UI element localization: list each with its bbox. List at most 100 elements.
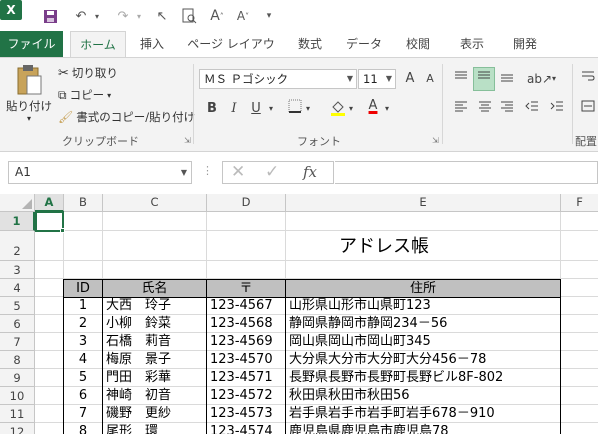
wrap-text-icon[interactable]	[578, 69, 598, 89]
fill-handle[interactable]	[60, 228, 65, 233]
tab-insert[interactable]: 挿入	[132, 31, 172, 58]
tab-page-layout[interactable]: ページ レイアウト	[183, 31, 279, 78]
tab-developer[interactable]: 開発	[505, 31, 545, 58]
row-header-7[interactable]: 7	[0, 333, 35, 351]
row-header-9[interactable]: 9	[0, 369, 35, 387]
cell-postal[interactable]: 123-4567	[206, 297, 286, 315]
tab-formulas[interactable]: 数式	[290, 31, 330, 58]
cell-address[interactable]: 鹿児島県鹿児島市鹿児島78	[285, 423, 561, 434]
orientation-icon[interactable]: ab↗	[527, 69, 552, 89]
cell-postal[interactable]: 123-4568	[206, 315, 286, 333]
cell-name[interactable]: 門田 彩華	[102, 369, 207, 387]
increase-indent-icon[interactable]	[547, 99, 567, 119]
chevron-down-icon[interactable]: ▾	[382, 99, 392, 119]
grow-font-button[interactable]: A	[400, 69, 420, 89]
row-header-6[interactable]: 6	[0, 315, 35, 333]
align-center-icon[interactable]	[475, 99, 495, 119]
row-header-3[interactable]: 3	[0, 261, 35, 279]
cell-address[interactable]: 岩手県岩手市岩手町岩手678－910	[285, 405, 561, 423]
merge-center-icon[interactable]	[578, 99, 598, 119]
header-name[interactable]: 氏名	[102, 279, 207, 298]
customize-icon[interactable]: ▾	[262, 6, 276, 26]
cell-postal[interactable]: 123-4570	[206, 351, 286, 369]
header-postal[interactable]: 〒	[206, 279, 286, 298]
cell-name[interactable]: 尾形 環	[102, 423, 207, 434]
chevron-down-icon[interactable]: ▾	[549, 69, 559, 89]
chevron-down-icon[interactable]: ▼	[181, 162, 187, 183]
row-header-11[interactable]: 11	[0, 405, 35, 423]
cell-name[interactable]: 梅原 景子	[102, 351, 207, 369]
header-address[interactable]: 住所	[285, 279, 561, 298]
tab-review[interactable]: 校閲	[398, 31, 438, 58]
align-middle-icon[interactable]	[473, 67, 495, 91]
tab-home[interactable]: ホーム	[70, 31, 126, 60]
underline-button[interactable]: U	[246, 99, 266, 119]
align-right-icon[interactable]	[497, 99, 517, 119]
cut-button[interactable]: ✂ 切り取り	[58, 64, 118, 82]
column-header-b[interactable]: B	[64, 194, 103, 212]
cell-id[interactable]: 2	[63, 315, 103, 333]
cell-id[interactable]: 4	[63, 351, 103, 369]
tab-file[interactable]: ファイル	[0, 31, 63, 58]
clipboard-launcher-icon[interactable]: ⇲	[184, 136, 191, 145]
redo-icon[interactable]: ↷	[112, 6, 134, 26]
font-increase-icon[interactable]: A ˄	[206, 6, 228, 26]
select-all-corner[interactable]	[0, 194, 35, 212]
cell-address[interactable]: 岡山県岡山市岡山町345	[285, 333, 561, 351]
font-decrease-icon[interactable]: A ˅	[232, 6, 254, 26]
font-size-combo[interactable]: 11 ▼	[358, 69, 396, 89]
align-top-icon[interactable]	[451, 69, 471, 89]
cell-name[interactable]: 磯野 更紗	[102, 405, 207, 423]
format-painter-button[interactable]: 🖌 書式のコピー/貼り付け	[58, 108, 195, 126]
copy-button[interactable]: ⧉ コピー ▾	[58, 86, 111, 104]
column-header-d[interactable]: D	[207, 194, 286, 212]
tab-view[interactable]: 表示	[452, 31, 492, 58]
row-header-12[interactable]: 12	[0, 423, 35, 434]
font-color-button[interactable]: A	[363, 96, 383, 120]
align-left-icon[interactable]	[451, 99, 471, 119]
paste-button[interactable]: 貼り付け ▾	[6, 64, 52, 124]
column-header-f[interactable]: F	[561, 194, 598, 212]
font-launcher-icon[interactable]: ⇲	[432, 136, 439, 145]
cell-name[interactable]: 神崎 初音	[102, 387, 207, 405]
cell-address[interactable]: 秋田県秋田市秋田56	[285, 387, 561, 405]
cell-address[interactable]: 大分県大分市大分町大分456－78	[285, 351, 561, 369]
cell-name[interactable]: 大西 玲子	[102, 297, 207, 315]
decrease-indent-icon[interactable]	[522, 99, 542, 119]
cell-postal[interactable]: 123-4574	[206, 423, 286, 434]
cell-address[interactable]: 山形県山形市山県町123	[285, 297, 561, 315]
insert-function-button[interactable]: fx	[303, 163, 317, 181]
formula-input[interactable]	[335, 161, 598, 184]
font-name-combo[interactable]: ＭＳ Ｐゴシック ▼	[199, 69, 357, 89]
save-icon[interactable]	[40, 6, 60, 26]
chevron-down-icon[interactable]: ▾	[303, 99, 313, 119]
cell-id[interactable]: 7	[63, 405, 103, 423]
fill-color-icon[interactable]	[328, 99, 348, 119]
row-header-4[interactable]: 4	[0, 279, 35, 297]
bold-button[interactable]: B	[202, 99, 222, 119]
sheet-title[interactable]: アドレス帳	[207, 231, 561, 261]
tab-data[interactable]: データ	[342, 31, 386, 58]
column-header-e[interactable]: E	[286, 194, 561, 212]
cell-name[interactable]: 小柳 鈴菜	[102, 315, 207, 333]
cell-id[interactable]: 5	[63, 369, 103, 387]
redo-dropdown-icon[interactable]: ▾	[134, 6, 144, 26]
header-id[interactable]: ID	[63, 279, 103, 298]
cell-id[interactable]: 1	[63, 297, 103, 315]
chevron-down-icon[interactable]: ▾	[346, 99, 356, 119]
row-header-2[interactable]: 2	[0, 231, 35, 261]
column-header-a[interactable]: A	[35, 194, 64, 212]
column-header-c[interactable]: C	[103, 194, 207, 212]
cell-postal[interactable]: 123-4569	[206, 333, 286, 351]
cancel-icon[interactable]: ✕	[231, 162, 245, 182]
shrink-font-button[interactable]: A	[420, 69, 440, 89]
cell-address[interactable]: 静岡県静岡市静岡234－56	[285, 315, 561, 333]
chevron-down-icon[interactable]: ▾	[266, 99, 276, 119]
cell-id[interactable]: 3	[63, 333, 103, 351]
name-box[interactable]: A1 ▼	[8, 161, 192, 184]
drag-handle-icon[interactable]: ⋮	[202, 164, 213, 180]
pointer-icon[interactable]: ↖	[152, 6, 172, 26]
cell-postal[interactable]: 123-4573	[206, 405, 286, 423]
align-bottom-icon[interactable]	[497, 69, 517, 89]
undo-icon[interactable]: ↶	[70, 6, 92, 26]
